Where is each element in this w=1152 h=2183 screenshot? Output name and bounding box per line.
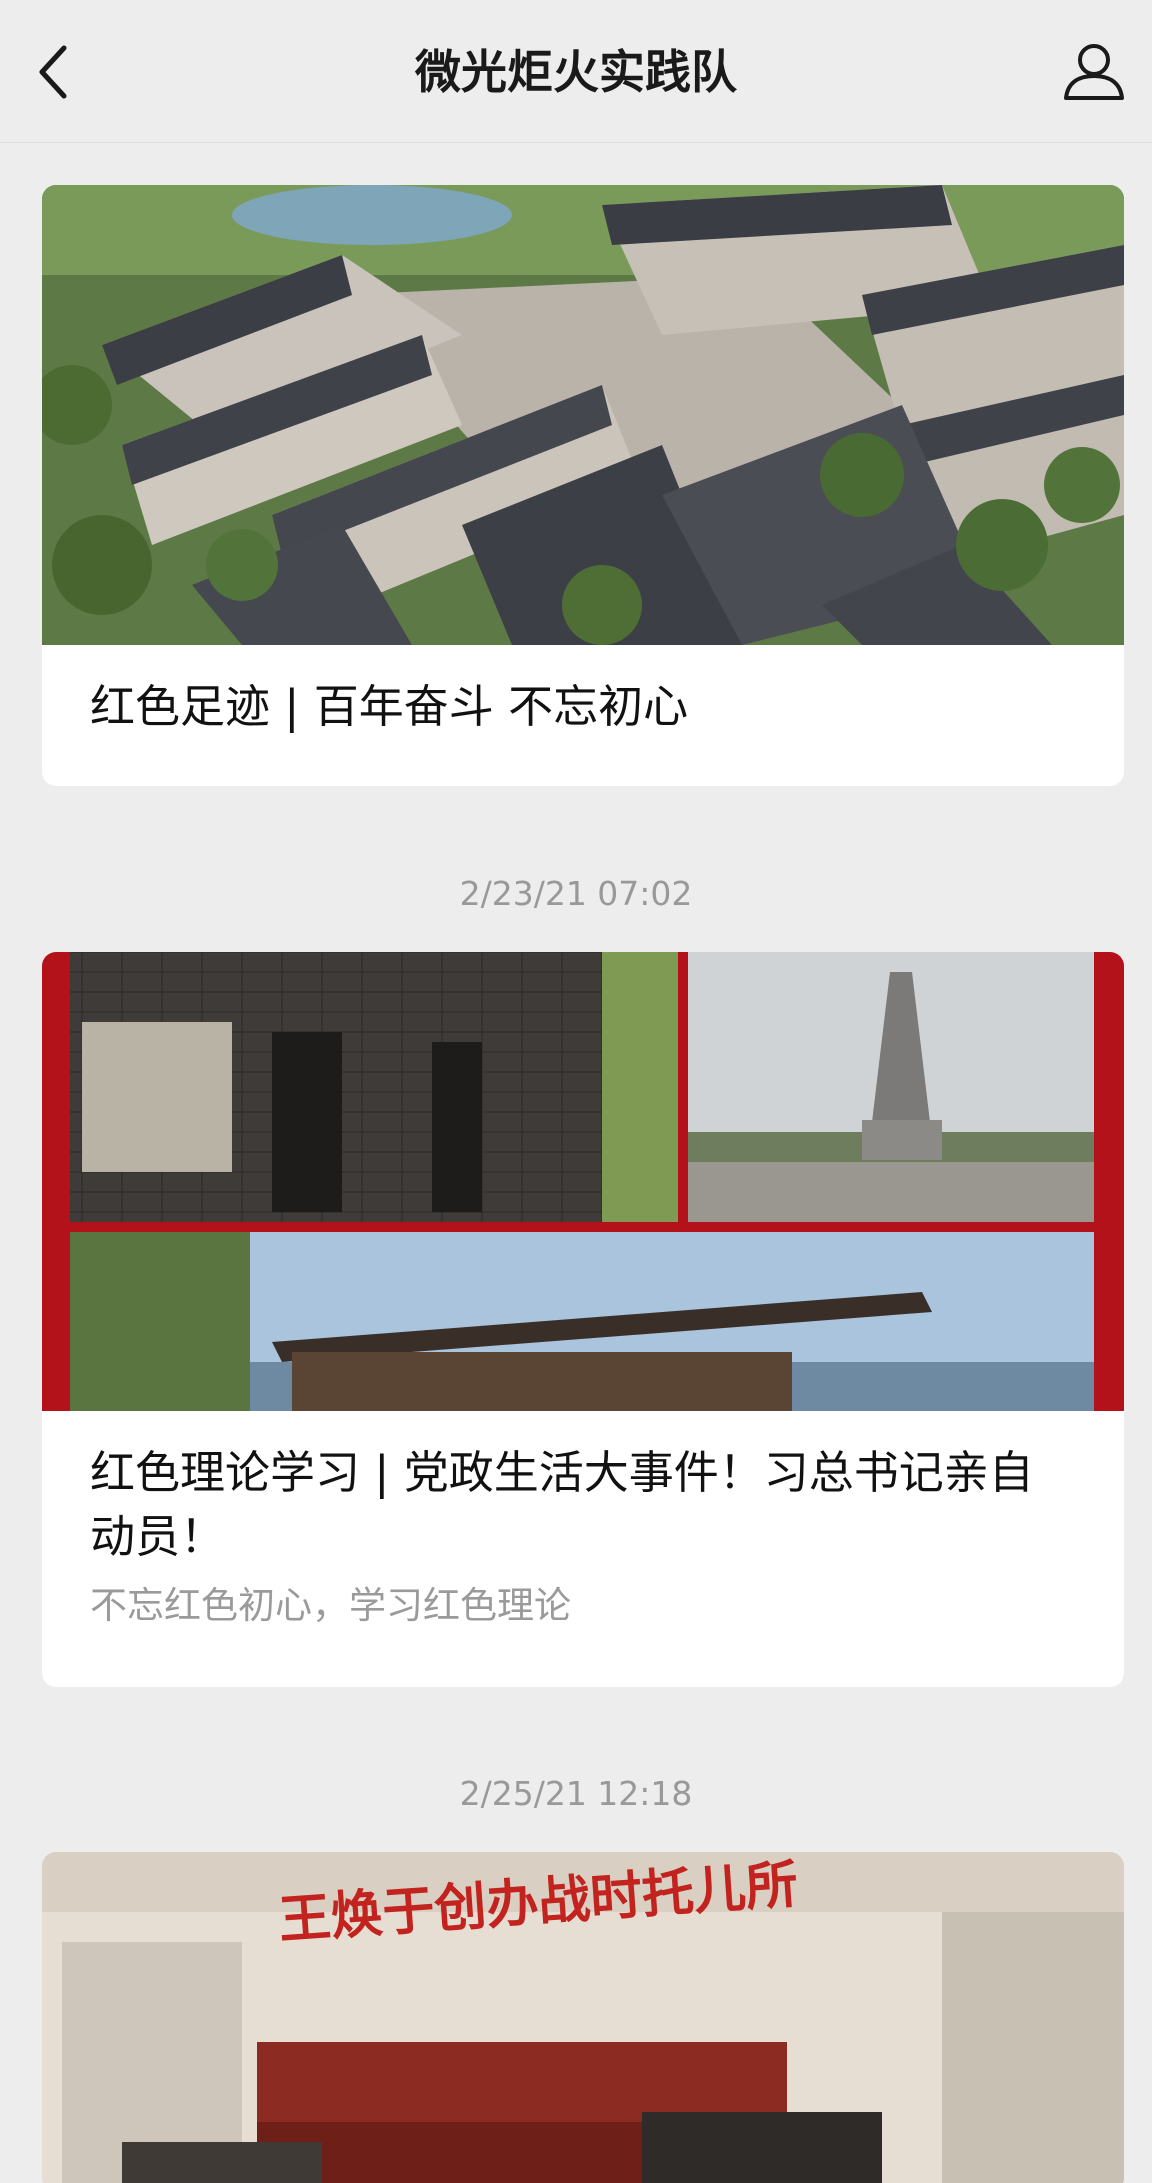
article-card[interactable]: 红色足迹 | 百年奋斗 不忘初心: [42, 185, 1124, 786]
article-title: 红色理论学习 | 党政生活大事件！习总书记亲自动员！: [90, 1446, 1034, 1563]
message-timestamp: 2/23/21 07:02: [459, 874, 693, 913]
article-digest: 不忘红色初心，学习红色理论: [90, 1584, 571, 1627]
article-card[interactable]: 红色理论学习 | 党政生活大事件！习总书记亲自动员！ 不忘红色初心，学习红色理论: [42, 952, 1124, 1687]
profile-button[interactable]: [1058, 36, 1130, 108]
person-icon: [1064, 44, 1124, 100]
article-card[interactable]: 王焕于创办战时托儿所: [42, 1852, 1124, 2183]
article-title: 红色足迹 | 百年奋斗 不忘初心: [90, 680, 689, 733]
red-history-collage: [42, 952, 1124, 1411]
article-list-page: 微光炬火实践队 红色足迹 | 百年奋斗 不忘初心 2/23/21 07:02 红…: [0, 0, 1152, 2183]
message-timestamp: 2/25/21 12:18: [459, 1774, 693, 1813]
nav-bar: 微光炬火实践队: [0, 0, 1152, 143]
page-title: 微光炬火实践队: [415, 45, 737, 99]
red-site-aerial-illustration: [42, 185, 1124, 645]
article-cover-image: [42, 185, 1124, 645]
article-cover-image: [42, 952, 1124, 1411]
article-cover-image: 王焕于创办战时托儿所: [42, 1852, 1124, 2183]
